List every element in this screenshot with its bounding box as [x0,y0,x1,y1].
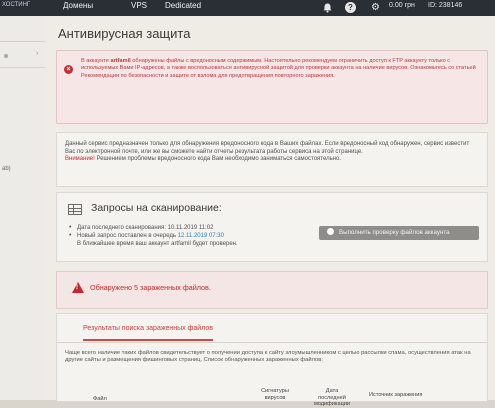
error-icon: × [64,65,73,74]
account-balance[interactable]: 0.00 грн [389,2,415,9]
queued-note: В ближайшее время ваш аккаунт artfamil б… [77,241,238,247]
scan-requests-title: Запросы на сканирование: [91,202,222,214]
infected-files-count: Обнаружено 5 зараженных файлов. [90,283,211,292]
run-scan-button[interactable]: Выполнить проверку файлов аккаунта [319,226,479,240]
service-info: Данный сервис предназначен только для об… [56,132,488,187]
alert-message: В аккаунте artfamil обнаружены файлы с в… [81,58,476,79]
top-navigation-bar: ХОСТИНГ Домены VPS Dedicated ? ⚙ 0.00 гр… [0,0,495,16]
gear-icon[interactable]: ⚙ [370,2,381,13]
column-header-source[interactable]: Источник заражения [369,392,429,399]
chevron-right-icon: › [36,50,39,57]
table-icon [68,204,82,215]
warning-triangle-icon [72,282,84,293]
nav-domains[interactable]: Домены [63,1,93,10]
sidebar-fragment: ab) [2,166,11,172]
results-description: Чаще всего наличие таких файлов свидетел… [65,350,471,364]
infected-files-alert: ! Обнаружено 5 зараженных файлов. [56,271,488,309]
sidebar: › ab) [0,16,47,400]
cursor-icon [327,228,334,235]
service-info-text: Данный сервис предназначен только для об… [65,141,470,163]
nav-vps[interactable]: VPS [131,1,147,10]
sidebar-item[interactable] [0,16,45,42]
tab-infected-files[interactable]: Результаты поиска зараженных файлов [83,325,213,341]
dot-icon [4,54,8,58]
page-title: Антивирусная защита [58,26,191,41]
warning-label: Внимание! [65,156,95,163]
main-content: Антивирусная защита × В аккаунте artfami… [46,16,495,407]
column-header-signatures[interactable]: Сигнатуры вирусов [255,388,295,401]
results-tabs: Результаты поиска зараженных файлов [57,314,487,343]
column-header-modified[interactable]: Дата последней модификации [313,388,351,408]
queued-date: 12.11.2019 07:30 [177,233,224,239]
alert-account-name: artfamil [110,58,131,64]
column-header-file[interactable]: Файл [93,396,107,403]
scan-status: • Дата последнего сканирования: 10.11.201… [69,224,238,247]
scan-requests-panel: Запросы на сканирование: • Дата последнег… [56,192,488,262]
bell-icon[interactable] [322,2,333,13]
scan-results-panel: Результаты поиска зараженных файлов Чаще… [56,313,488,407]
last-scan-date: 10.11.2019 11:02 [167,225,214,231]
nav-hosting[interactable]: ХОСТИНГ [2,2,30,8]
nav-dedicated[interactable]: Dedicated [165,1,201,10]
malware-alert: × В аккаунте artfamil обнаружены файлы с… [56,50,488,124]
account-id: ID: 238146 [428,2,463,9]
help-icon[interactable]: ? [345,2,356,13]
